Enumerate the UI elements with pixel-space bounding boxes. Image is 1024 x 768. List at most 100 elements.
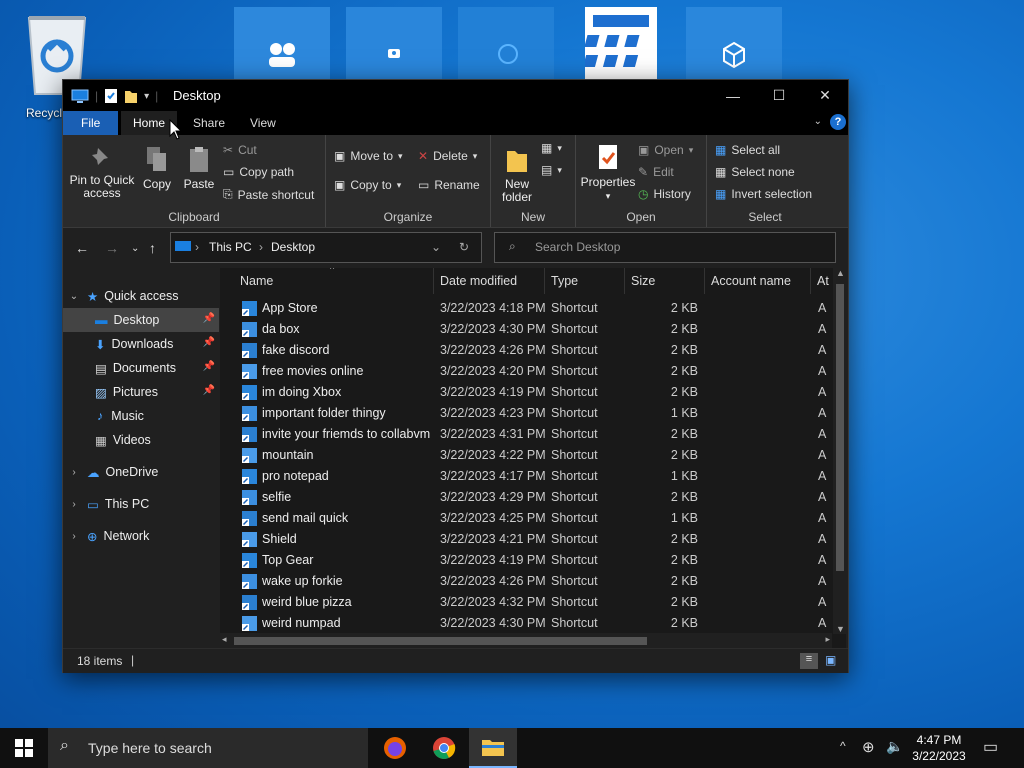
nav-videos[interactable]: ▦ Videos <box>63 428 219 452</box>
vertical-scroll-thumb[interactable] <box>836 284 844 571</box>
details-view-icon[interactable]: ≡ <box>800 653 818 669</box>
table-row[interactable]: weird numpad 3/22/2023 4:30 PM Shortcut 2 K… <box>220 613 830 634</box>
pin-icon[interactable]: 📌 <box>203 313 215 324</box>
table-row[interactable]: App Store 3/22/2023 4:18 PM Shortcut 2 KB A <box>220 298 830 319</box>
properties-button[interactable]: Properties ▾ <box>580 143 636 203</box>
monitor-icon[interactable] <box>71 89 89 103</box>
easy-access-button[interactable]: ▤ ▾ <box>541 163 562 177</box>
tab-view[interactable]: View <box>238 111 288 135</box>
forward-arrow-icon[interactable]: → <box>105 240 119 256</box>
table-row[interactable]: selfie 3/22/2023 4:29 PM Shortcut 2 KB A <box>220 487 830 508</box>
breadcrumb-desktop[interactable]: Desktop <box>271 240 315 254</box>
table-row[interactable]: Top Gear 3/22/2023 4:19 PM Shortcut 2 KB A <box>220 550 830 571</box>
calculator-tile[interactable] <box>582 7 657 87</box>
column-type[interactable]: Type <box>551 274 578 288</box>
address-dropdown-icon[interactable]: ⌄ <box>431 240 441 254</box>
refresh-icon[interactable]: ↻ <box>459 240 469 254</box>
table-row[interactable]: Shield 3/22/2023 4:21 PM Shortcut 2 KB A <box>220 529 830 550</box>
delete-button[interactable]: ✕ Delete ▾ <box>418 149 477 163</box>
edit-button[interactable]: ✎ Edit <box>638 165 674 179</box>
cut-button[interactable]: ✂ Cut <box>223 143 257 157</box>
table-row[interactable]: important folder thingy 3/22/2023 4:23 PM… <box>220 403 830 424</box>
volume-muted-icon[interactable]: 🔈 <box>886 738 903 755</box>
vertical-scrollbar[interactable]: ▲ ▼ <box>833 268 847 634</box>
close-button[interactable]: ✕ <box>802 80 848 111</box>
tab-file[interactable]: File <box>63 111 119 135</box>
open-button[interactable]: ▣ Open ▾ <box>638 143 693 157</box>
recent-locations-icon[interactable]: ⌄ <box>131 243 139 254</box>
taskbar-search-box[interactable]: ⌕ Type here to search <box>48 728 368 768</box>
history-button[interactable]: ◷ History <box>638 187 691 201</box>
show-hidden-icons-icon[interactable]: ^ <box>840 739 846 753</box>
nav-pictures[interactable]: ▨ Pictures 📌 <box>63 380 219 404</box>
move-to-button[interactable]: ▣ Move to ▾ <box>334 149 403 163</box>
maximize-button[interactable]: ☐ <box>756 80 802 111</box>
invert-selection-button[interactable]: ▦ Invert selection <box>715 187 812 201</box>
new-folder-icon[interactable] <box>124 88 138 104</box>
table-row[interactable]: mountain 3/22/2023 4:22 PM Shortcut 2 KB A <box>220 445 830 466</box>
tab-share[interactable]: Share <box>181 111 237 135</box>
new-item-button[interactable]: ▦ ▾ <box>541 141 562 155</box>
customize-dropdown-icon[interactable]: ▾ <box>144 91 149 102</box>
select-none-button[interactable]: ▦ Select none <box>715 165 795 179</box>
rename-button[interactable]: ▭ Rename <box>418 178 480 192</box>
3d-viewer-tile[interactable] <box>686 7 782 87</box>
nav-this-pc[interactable]: › ▭ This PC <box>63 492 219 516</box>
horizontal-scroll-thumb[interactable] <box>234 637 647 645</box>
table-row[interactable]: wake up forkie 3/22/2023 4:26 PM Shortcut 2… <box>220 571 830 592</box>
scroll-left-icon[interactable]: ◂ <box>222 634 227 645</box>
nav-network[interactable]: › ⊕ Network <box>63 524 219 548</box>
table-row[interactable]: invite your friemds to collabvm 3/22/2023… <box>220 424 830 445</box>
ribbon-collapse-icon[interactable]: ⌄ <box>814 116 822 127</box>
network-globe-icon[interactable]: ⊕ <box>862 738 875 756</box>
pin-icon[interactable]: 📌 <box>203 361 215 372</box>
select-all-button[interactable]: ▦ Select all <box>715 143 780 157</box>
up-arrow-icon[interactable]: ↑ <box>149 240 156 256</box>
column-account-name[interactable]: Account name <box>711 274 791 288</box>
search-box[interactable]: ⌕ Search Desktop <box>494 232 836 263</box>
people-tile[interactable] <box>234 7 330 87</box>
collapse-chevron-icon[interactable]: › <box>67 467 81 478</box>
copy-button[interactable]: Copy <box>139 145 175 191</box>
table-row[interactable]: send mail quick 3/22/2023 4:25 PM Shortcut… <box>220 508 830 529</box>
address-bar[interactable]: › This PC › Desktop ⌄ ↻ <box>170 232 482 263</box>
minimize-button[interactable]: — <box>710 80 756 111</box>
file-explorer-taskbar-button[interactable] <box>469 728 517 768</box>
new-folder-button[interactable]: New folder <box>497 145 537 204</box>
system-clock[interactable]: 4:47 PM 3/22/2023 <box>910 732 968 764</box>
table-row[interactable]: pro notepad 3/22/2023 4:17 PM Shortcut 1 KB… <box>220 466 830 487</box>
properties-icon[interactable] <box>104 88 118 104</box>
column-attributes[interactable]: At <box>817 274 829 288</box>
table-row[interactable]: weird blue pizza 3/22/2023 4:32 PM Shortcu… <box>220 592 830 613</box>
cortana-tile[interactable] <box>458 7 554 87</box>
start-button[interactable] <box>0 728 48 768</box>
collapse-chevron-icon[interactable]: › <box>67 499 81 510</box>
help-button[interactable]: ? <box>830 114 846 130</box>
scroll-down-icon[interactable]: ▼ <box>836 624 845 634</box>
scroll-right-icon[interactable]: ▸ <box>825 634 830 645</box>
nav-documents[interactable]: ▤ Documents 📌 <box>63 356 219 380</box>
nav-desktop[interactable]: ▬ Desktop 📌 <box>63 308 219 332</box>
nav-quick-access[interactable]: ⌄ ★ Quick access <box>63 284 219 308</box>
scroll-up-icon[interactable]: ▲ <box>836 268 845 278</box>
breadcrumb-this-pc[interactable]: This PC <box>209 240 252 254</box>
copy-path-button[interactable]: ▭ Copy path <box>223 165 294 179</box>
nav-onedrive[interactable]: › ☁ OneDrive <box>63 460 219 484</box>
table-row[interactable]: im doing Xbox 3/22/2023 4:19 PM Shortcut 2 … <box>220 382 830 403</box>
chrome-taskbar-button[interactable] <box>420 728 468 768</box>
nav-music[interactable]: ♪ Music <box>63 404 219 428</box>
back-arrow-icon[interactable]: ← <box>75 240 89 256</box>
camera-tile[interactable] <box>346 7 442 87</box>
horizontal-scrollbar[interactable]: ◂ ▸ <box>220 633 832 648</box>
large-icons-view-icon[interactable]: ▣ <box>825 653 836 667</box>
pin-icon[interactable]: 📌 <box>203 337 215 348</box>
notification-icon[interactable]: ▭ <box>983 737 998 757</box>
collapse-chevron-icon[interactable]: › <box>67 531 81 542</box>
table-row[interactable]: da box 3/22/2023 4:30 PM Shortcut 2 KB A <box>220 319 830 340</box>
pin-icon[interactable]: 📌 <box>203 385 215 396</box>
firefox-taskbar-button[interactable] <box>371 728 419 768</box>
paste-button[interactable]: Paste <box>181 145 217 191</box>
paste-shortcut-button[interactable]: ⎘ Paste shortcut <box>223 187 314 202</box>
table-row[interactable]: fake discord 3/22/2023 4:26 PM Shortcut 2 K… <box>220 340 830 361</box>
pin-to-quick-access-button[interactable]: Pin to Quick access <box>69 145 135 200</box>
